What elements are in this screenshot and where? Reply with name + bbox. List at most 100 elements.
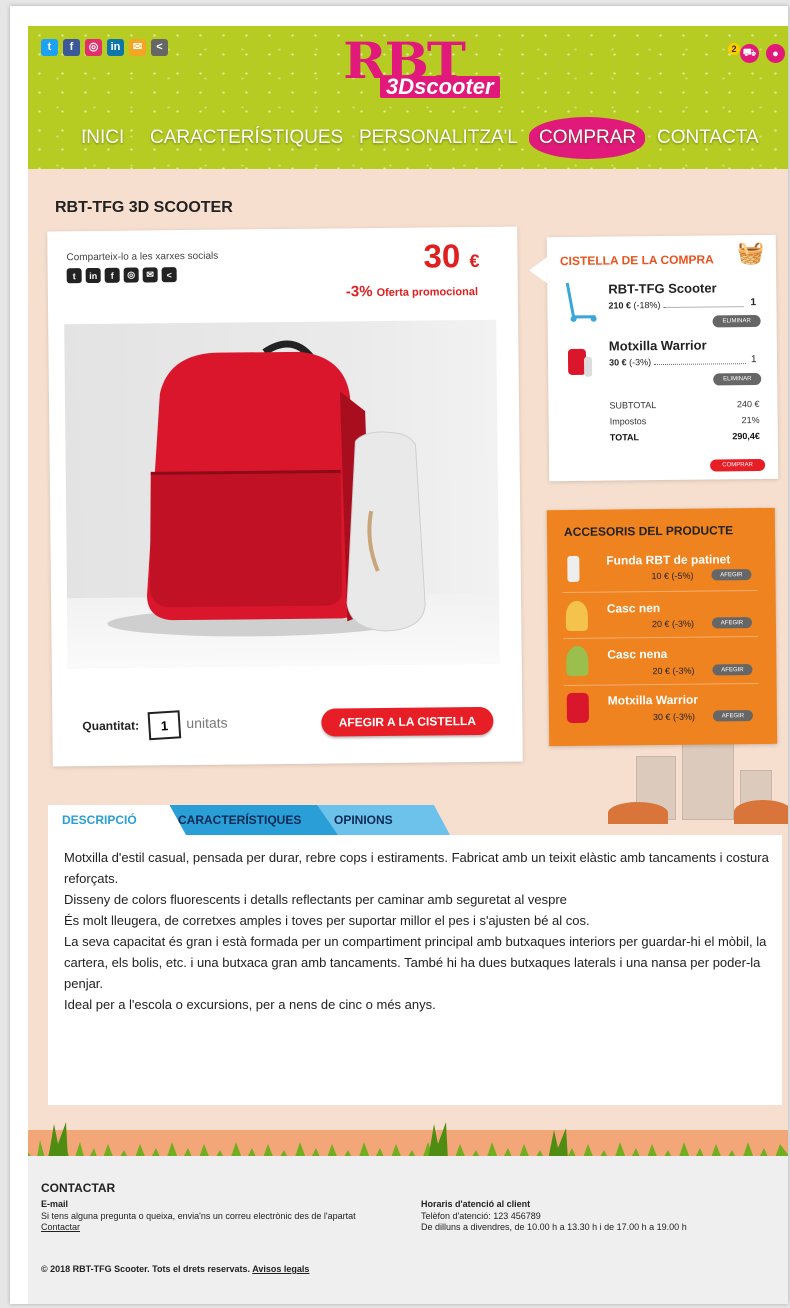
- discount: -3% Oferta promocional: [346, 282, 478, 300]
- accessories-panel: ACCESORIS DEL PRODUCTE Funda RBT de pati…: [546, 507, 778, 747]
- description-paragraph: És molt lleugera, de corretxes amples i …: [64, 913, 590, 928]
- accessories-title: ACCESORIS DEL PRODUCTE: [563, 523, 734, 540]
- footer-contact-link[interactable]: Contactar: [41, 1222, 80, 1232]
- facebook-icon[interactable]: f: [63, 39, 80, 56]
- facebook-icon[interactable]: f: [104, 267, 120, 283]
- cart-panel-pointer: [528, 257, 548, 284]
- divider: [562, 589, 758, 594]
- price-currency: €: [469, 250, 480, 272]
- tab-descripcio[interactable]: DESCRIPCIÓ: [48, 805, 186, 835]
- accessory-price-value: 10 €: [651, 570, 670, 582]
- building-illustration: [682, 738, 734, 820]
- cart-item-price: 30 € (-3%): [608, 356, 747, 368]
- divider: [563, 682, 759, 687]
- product-card: Comparteix-lo a les xarxes socials t in …: [47, 226, 523, 767]
- helmet-boy-thumbnail: [565, 600, 589, 632]
- backpack-illustration: [107, 340, 426, 637]
- scooter-thumbnail: [565, 282, 597, 322]
- cart-icon[interactable]: ⛟: [740, 44, 759, 63]
- discount-label: Oferta promocional: [376, 285, 479, 300]
- instagram-icon[interactable]: ◎: [85, 39, 102, 56]
- site-header: t f ◎ in ✉ < RBT 3Dscooter 2 ⛟ ● INICI C…: [28, 26, 788, 169]
- product-share-links: t in f ◎ ✉ <: [66, 267, 177, 284]
- copyright-text: © 2018 RBT-TFG Scooter. Tots el drets re…: [41, 1264, 251, 1274]
- total-label: TOTAL: [609, 432, 640, 443]
- nav-comprar[interactable]: COMPRAR: [539, 127, 636, 149]
- cart-item-qty: 1: [750, 297, 757, 309]
- accessory-discount: (-3%): [672, 711, 696, 722]
- accessory-name: Funda RBT de patinet: [606, 552, 731, 568]
- legal-link[interactable]: Avisos legals: [252, 1264, 309, 1274]
- subtotal-row: SUBTOTAL 240 €: [609, 399, 759, 411]
- cart-item-discount: (-3%): [629, 357, 652, 368]
- footer: CONTACTAR E-mail Si tens alguna pregunta…: [28, 1156, 788, 1304]
- linkedin-icon[interactable]: in: [85, 267, 101, 284]
- instagram-icon[interactable]: ◎: [123, 267, 139, 283]
- product-image: [64, 319, 500, 669]
- helmet-girl-thumbnail: [566, 645, 589, 677]
- total-value: 290,4€: [732, 430, 760, 442]
- accessory-price: 10 € (-5%): [651, 571, 693, 581]
- total-row: TOTAL 290,4€: [610, 431, 760, 443]
- email-icon[interactable]: ✉: [129, 39, 146, 56]
- email-icon[interactable]: ✉: [142, 267, 158, 283]
- accessory-price: 30 € (-3%): [653, 712, 695, 722]
- checkout-button[interactable]: COMPRAR: [710, 458, 766, 472]
- quantity-input[interactable]: 1: [147, 710, 182, 741]
- logo-subtitle: 3Dscooter: [380, 76, 500, 98]
- accessory-price: 20 € (-3%): [652, 666, 694, 676]
- add-accessory-button[interactable]: AFEGIR: [712, 664, 753, 676]
- tab-opinions[interactable]: OPINIONS: [316, 805, 450, 835]
- twitter-icon[interactable]: t: [66, 268, 82, 284]
- footer-phone: Telèfon d'atenció: 123 456789: [421, 1211, 541, 1221]
- cart-item-price: 210 € (-18%): [608, 299, 744, 311]
- price-value: 30: [423, 237, 461, 275]
- user-icon[interactable]: ●: [766, 44, 785, 63]
- description-paragraph: Ideal per a l'escola o excursions, per a…: [64, 997, 436, 1012]
- description-paragraph: La seva capacitat és gran i està formada…: [64, 934, 767, 991]
- linkedin-icon[interactable]: in: [107, 39, 124, 56]
- quantity-label: Quantitat:: [82, 718, 140, 734]
- remove-item-button[interactable]: ELIMINAR: [713, 372, 762, 386]
- accessory-price-value: 30 €: [652, 711, 671, 723]
- cart-item-qty: 1: [750, 354, 757, 366]
- dotted-leader: [654, 363, 747, 366]
- accessory-price-value: 20 €: [652, 665, 671, 677]
- subtotal-value: 240 €: [736, 398, 760, 410]
- divider: [563, 635, 759, 640]
- taxes-label: Impostos: [609, 416, 647, 427]
- scooter-cover-thumbnail: [567, 555, 580, 582]
- accessory-name: Casc nena: [607, 646, 668, 662]
- browser-frame: t f ◎ in ✉ < RBT 3Dscooter 2 ⛟ ● INICI C…: [10, 6, 788, 1304]
- add-to-cart-button[interactable]: AFEGIR A LA CISTELLA: [321, 706, 494, 737]
- accessory-discount: (-3%): [672, 665, 695, 676]
- footer-email-description: Si tens alguna pregunta o queixa, envia'…: [41, 1211, 356, 1221]
- cart-item-price-value: 30 €: [608, 357, 627, 368]
- add-accessory-button[interactable]: AFEGIR: [711, 617, 753, 629]
- taxes-row: Impostos 21%: [610, 415, 760, 427]
- nav-inici[interactable]: INICI: [81, 127, 124, 149]
- nav-contacta[interactable]: CONTACTA: [657, 127, 759, 149]
- footer-title: CONTACTAR: [41, 1181, 116, 1195]
- nav-personalitza[interactable]: PERSONALITZA'L: [359, 127, 518, 149]
- quantity-unit: unitats: [186, 714, 228, 732]
- twitter-icon[interactable]: t: [41, 39, 58, 56]
- cart-item-name: Motxilla Warrior: [608, 337, 707, 354]
- add-accessory-button[interactable]: AFEGIR: [712, 710, 753, 722]
- remove-item-button[interactable]: ELIMINAR: [712, 314, 761, 328]
- dotted-leader: [663, 306, 744, 308]
- accessory-price: 20 € (-3%): [652, 619, 694, 629]
- tab-caracteristiques[interactable]: CARACTERÍSTIQUES: [164, 805, 338, 835]
- footer-email-text: Si tens alguna pregunta o queixa, envia'…: [41, 1211, 386, 1233]
- accessory-name: Casc nen: [606, 601, 661, 616]
- description-panel: Motxilla d'estil casual, pensada per dur…: [48, 835, 782, 1105]
- share-icon[interactable]: <: [161, 267, 177, 283]
- share-icon[interactable]: <: [151, 39, 168, 56]
- cart-item-name: RBT-TFG Scooter: [608, 280, 717, 297]
- nav-caracteristiques[interactable]: CARACTERÍSTIQUES: [150, 127, 343, 149]
- taxes-value: 21%: [741, 414, 760, 426]
- add-accessory-button[interactable]: AFEGIR: [711, 569, 752, 581]
- basket-icon: 🧺: [736, 239, 765, 266]
- footer-hours-title: Horaris d'atenció al client: [421, 1199, 531, 1209]
- subtotal-label: SUBTOTAL: [609, 400, 657, 411]
